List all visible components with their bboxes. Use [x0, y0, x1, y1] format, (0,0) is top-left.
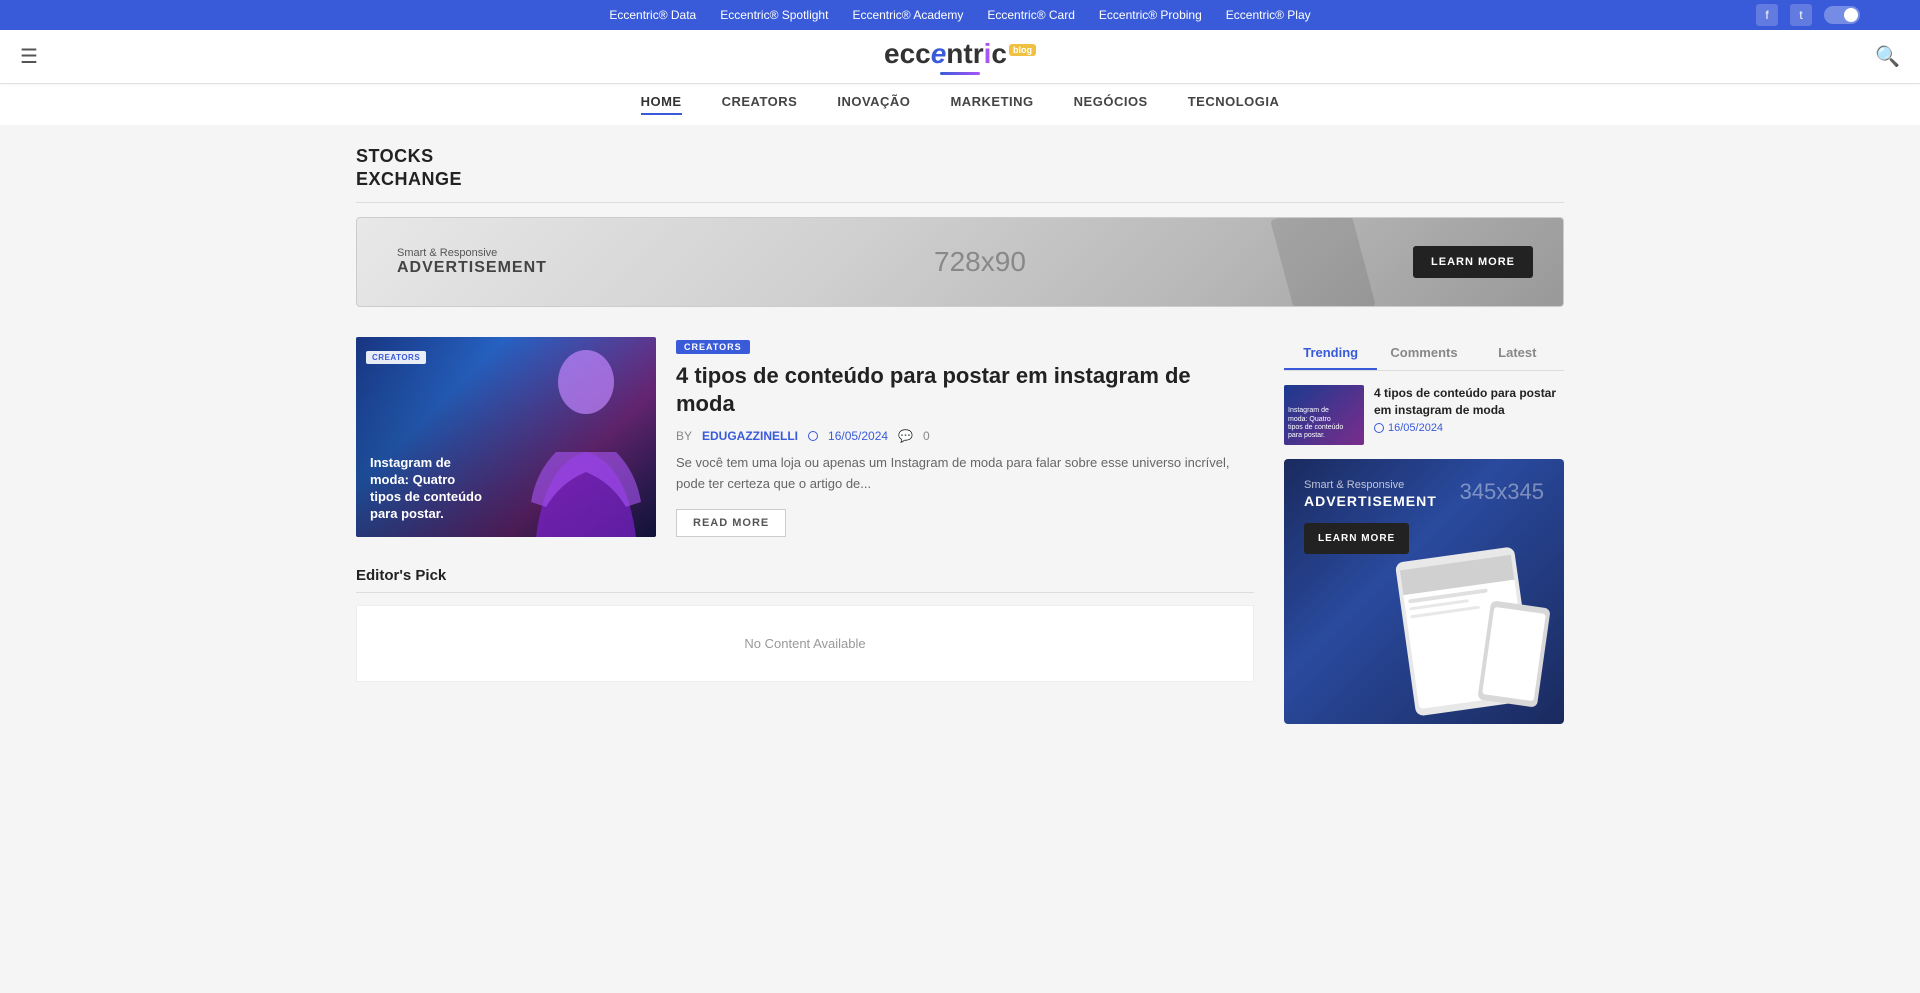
read-more-button[interactable]: READ MORE	[676, 509, 786, 537]
ad-title: ADVERTISEMENT	[397, 259, 547, 277]
sidebar-ad-size: 345x345	[1460, 479, 1544, 505]
top-bar-social: f t	[1756, 4, 1860, 26]
sidebar-article-image: Instagram de moda: Quatro tipos de conte…	[1284, 385, 1364, 445]
featured-title: 4 tipos de conteúdo para postar em insta…	[676, 362, 1254, 419]
sidebar-article-img-text: Instagram de moda: Quatro tipos de conte…	[1288, 407, 1343, 441]
logo-text: eccentricblog	[884, 38, 1036, 69]
featured-image: CREATORS Instagram de	[356, 337, 656, 537]
tab-comments[interactable]: Comments	[1377, 337, 1470, 370]
nav-inovacao[interactable]: INOVAÇÃO	[837, 94, 910, 115]
main-col: CREATORS Instagram de	[356, 337, 1254, 712]
meta-by: BY	[676, 429, 692, 443]
sidebar: Trending Comments Latest Instagram de mo…	[1284, 337, 1564, 724]
nav-negocios[interactable]: NEGÓCIOS	[1074, 94, 1148, 115]
featured-image-wrap: CREATORS Instagram de	[356, 337, 656, 537]
section-heading: STOCKS EXCHANGE	[356, 145, 1564, 203]
hamburger-menu[interactable]: ☰	[20, 44, 38, 69]
sidebar-article-content: 4 tipos de conteúdo para postar em insta…	[1374, 385, 1564, 445]
ad-banner-left: Smart & Responsive ADVERTISEMENT	[397, 247, 547, 277]
ad-banner-top: Smart & Responsive ADVERTISEMENT 728x90 …	[356, 217, 1564, 307]
featured-content: CREATORS 4 tipos de conteúdo para postar…	[676, 337, 1254, 537]
content-row: CREATORS Instagram de	[356, 337, 1564, 724]
facebook-icon[interactable]: f	[1756, 4, 1778, 26]
sidebar-article-date: 16/05/2024	[1374, 422, 1564, 434]
site-header: ☰ eccentricblog 🔍	[0, 30, 1920, 83]
search-button[interactable]: 🔍	[1875, 44, 1900, 69]
featured-img-inner-text: Instagram de moda: Quatro tipos de conte…	[370, 455, 642, 523]
topbar-link-spotlight[interactable]: Eccentric® Spotlight	[720, 8, 828, 22]
ad-banner-decor	[1270, 217, 1376, 307]
topbar-link-probing[interactable]: Eccentric® Probing	[1099, 8, 1202, 22]
featured-author[interactable]: EDUGAZZINELLI	[702, 429, 798, 443]
tab-trending[interactable]: Trending	[1284, 337, 1377, 370]
sidebar-ad: 345x345 Smart & Responsive ADVERTISEMENT…	[1284, 459, 1564, 724]
sidebar-tabs: Trending Comments Latest	[1284, 337, 1564, 371]
topbar-link-academy[interactable]: Eccentric® Academy	[852, 8, 963, 22]
topbar-link-data[interactable]: Eccentric® Data	[609, 8, 696, 22]
sidebar-article-title: 4 tipos de conteúdo para postar em insta…	[1374, 385, 1564, 419]
creators-badge-on-image: CREATORS	[366, 351, 426, 364]
top-bar: Eccentric® Data Eccentric® Spotlight Ecc…	[0, 0, 1920, 30]
featured-date: 16/05/2024	[828, 429, 888, 443]
top-bar-links: Eccentric® Data Eccentric® Spotlight Ecc…	[609, 8, 1310, 22]
sidebar-ad-devices-illustration	[1384, 524, 1564, 724]
nav-marketing[interactable]: MARKETING	[950, 94, 1033, 115]
featured-comments: 0	[923, 429, 930, 443]
main-wrapper: STOCKS EXCHANGE Smart & Responsive ADVER…	[340, 125, 1580, 744]
ad-learn-more-button[interactable]: LEARN MORE	[1413, 246, 1533, 278]
sidebar-trending-article: Instagram de moda: Quatro tipos de conte…	[1284, 385, 1564, 445]
nav-tecnologia[interactable]: TECNOLOGIA	[1188, 94, 1280, 115]
editors-pick-section: Editor's Pick No Content Available	[356, 567, 1254, 682]
topbar-link-play[interactable]: Eccentric® Play	[1226, 8, 1311, 22]
comment-icon: 💬	[898, 429, 913, 443]
featured-image-badge-wrap: CREATORS	[366, 347, 426, 365]
site-logo: eccentricblog	[884, 38, 1036, 75]
no-content-box: No Content Available	[356, 605, 1254, 682]
featured-category-badge: CREATORS	[676, 340, 750, 354]
main-nav: HOME CREATORS INOVAÇÃO MARKETING NEGÓCIO…	[0, 83, 1920, 125]
ad-smart-label: Smart & Responsive	[397, 247, 547, 259]
nav-creators[interactable]: CREATORS	[722, 94, 798, 115]
sidebar-clock-icon	[1374, 423, 1384, 433]
dark-mode-toggle[interactable]	[1824, 6, 1860, 24]
featured-excerpt: Se você tem uma loja ou apenas um Instag…	[676, 453, 1254, 495]
nav-home[interactable]: HOME	[641, 94, 682, 115]
featured-meta: BY EDUGAZZINELLI 16/05/2024 💬 0	[676, 429, 1254, 443]
ad-size: 728x90	[934, 246, 1026, 278]
logo-underline	[940, 72, 980, 75]
topbar-link-card[interactable]: Eccentric® Card	[987, 8, 1075, 22]
twitter-icon[interactable]: t	[1790, 4, 1812, 26]
editors-pick-title: Editor's Pick	[356, 567, 1254, 593]
tab-latest[interactable]: Latest	[1471, 337, 1564, 370]
featured-article: CREATORS Instagram de	[356, 337, 1254, 537]
clock-icon	[808, 431, 818, 441]
featured-image-text: Instagram de moda: Quatro tipos de conte…	[370, 455, 642, 523]
